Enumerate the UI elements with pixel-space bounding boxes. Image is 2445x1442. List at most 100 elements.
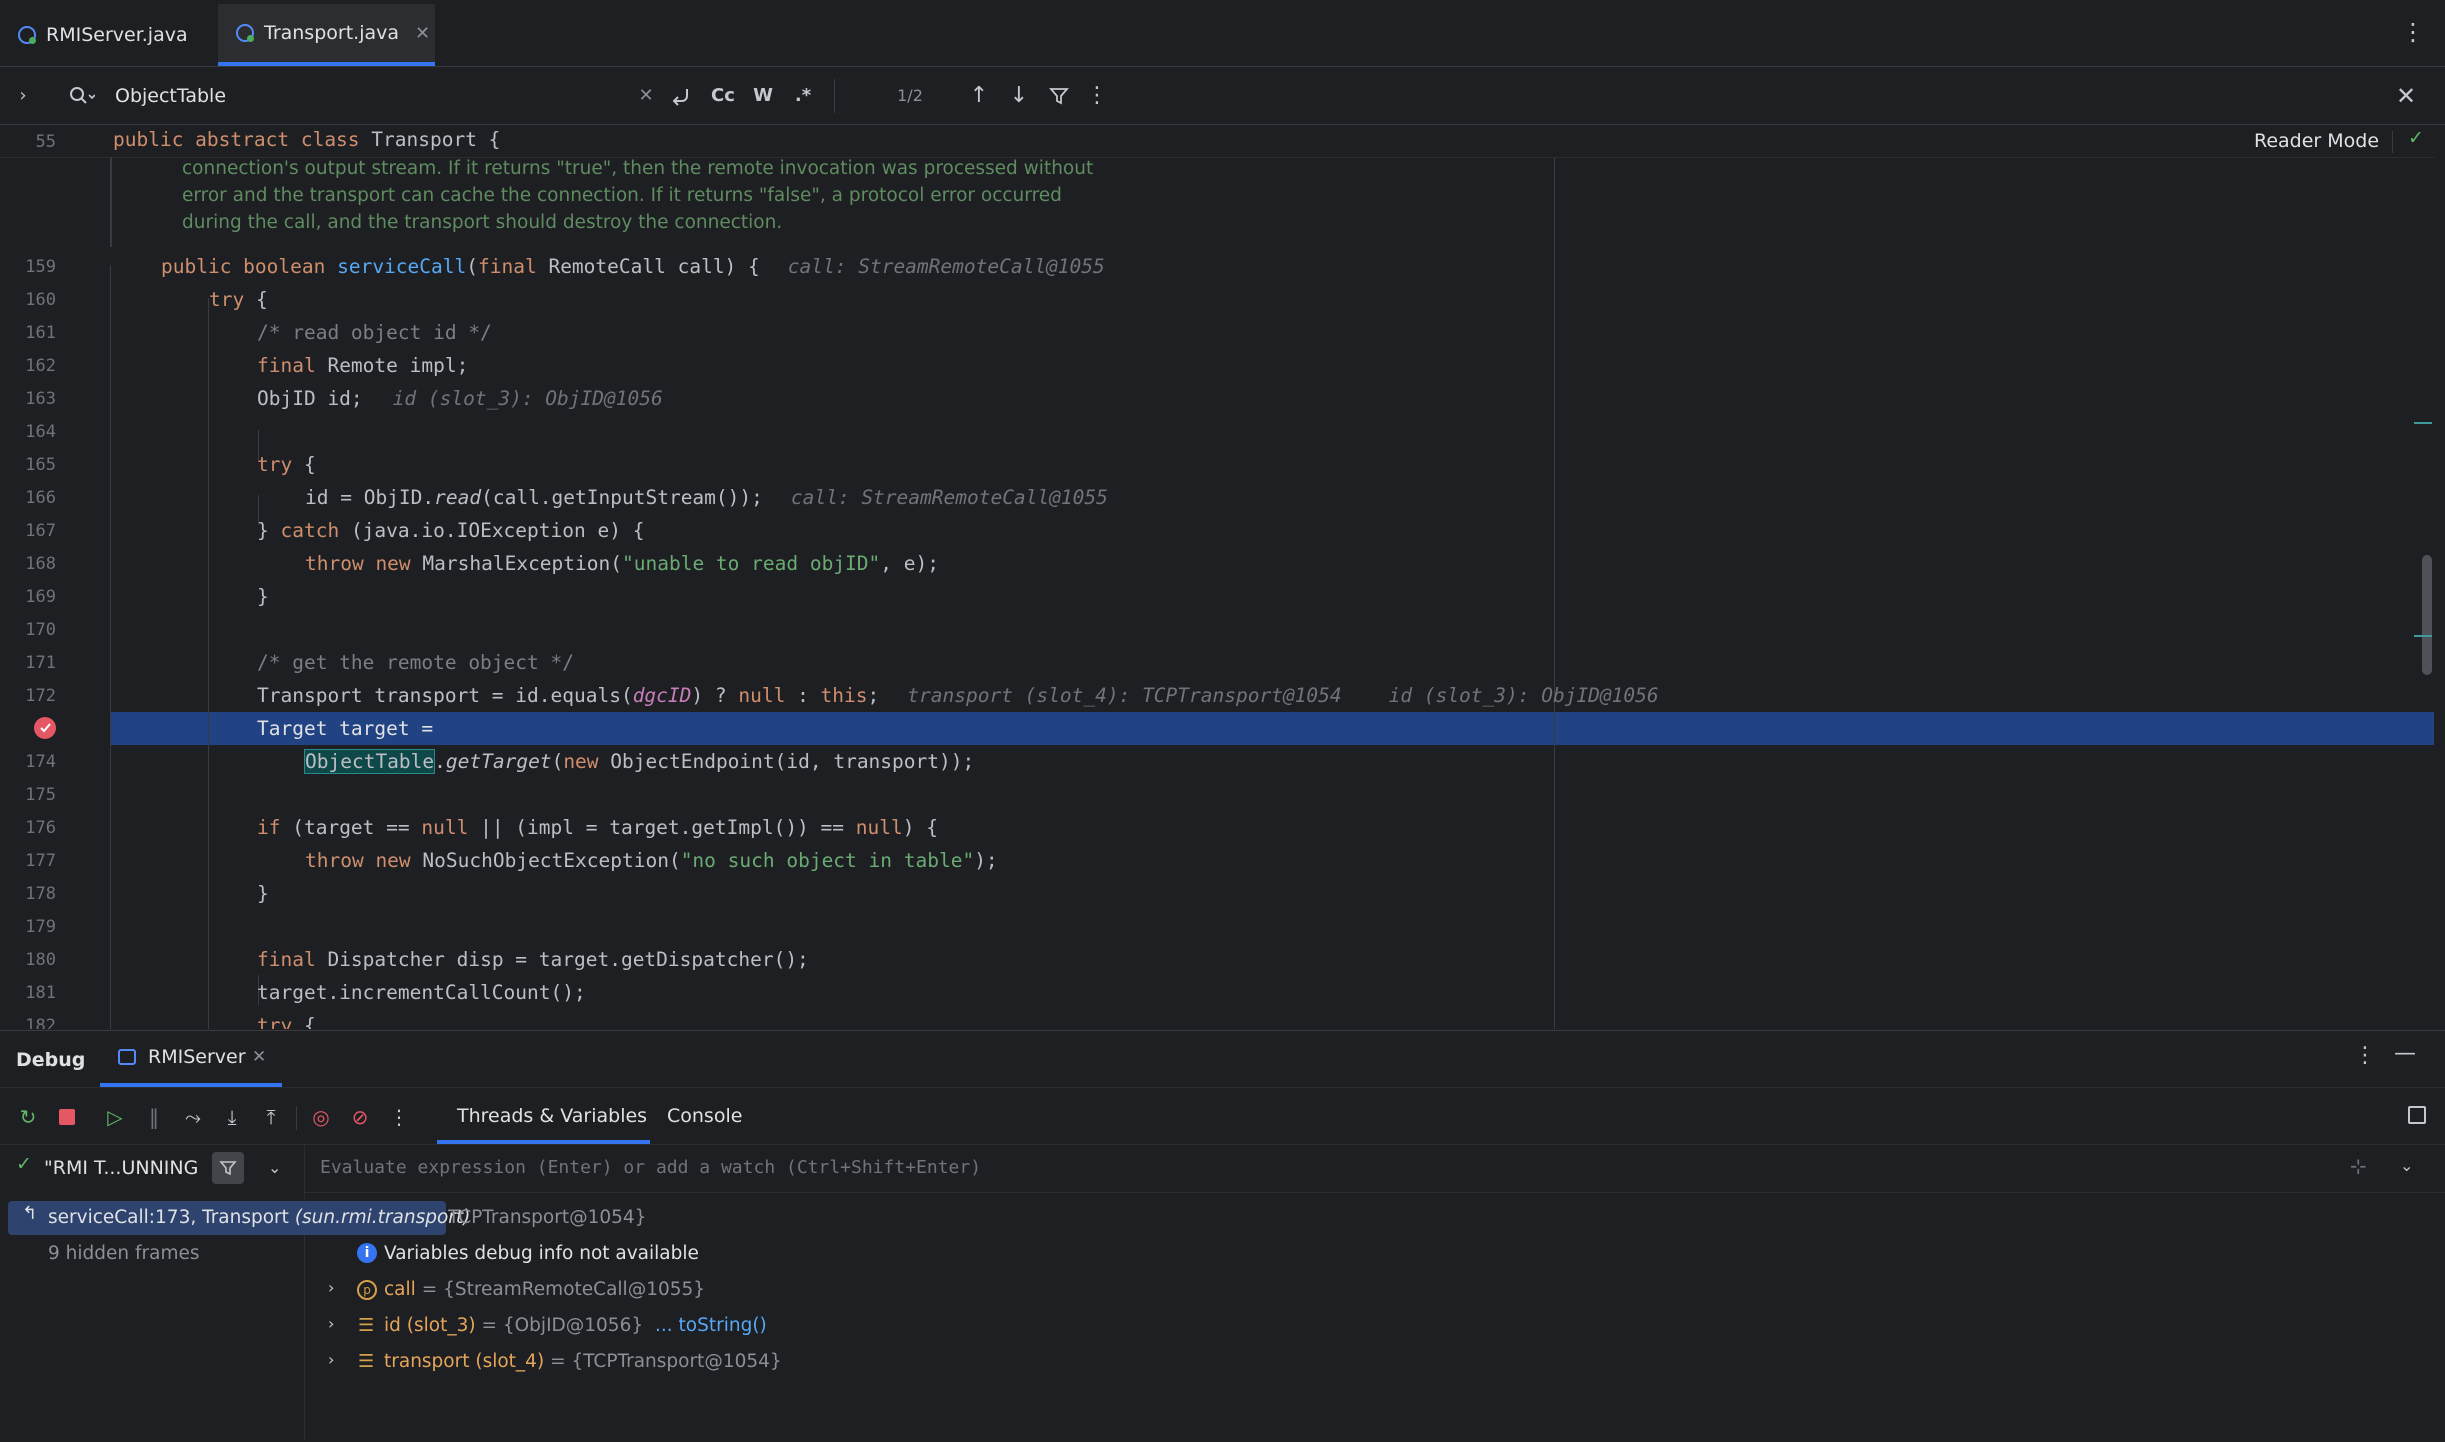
editor-scrollbar-thumb[interactable]	[2422, 555, 2432, 675]
minimize-icon[interactable]: —	[2394, 1041, 2416, 1066]
expand-icon[interactable]: ›	[328, 1278, 334, 1297]
close-tab-icon[interactable]: ✕	[415, 23, 430, 44]
close-find-icon[interactable]: ✕	[2388, 67, 2424, 124]
frame-return-icon: ↰	[22, 1203, 38, 1224]
hidden-frames[interactable]: 9 hidden frames	[48, 1243, 200, 1264]
line-number: 168	[25, 554, 56, 574]
tab-threads-variables[interactable]: Threads & Variables	[437, 1087, 650, 1144]
code-line: }	[257, 882, 269, 905]
close-session-icon[interactable]: ✕	[252, 1047, 266, 1067]
code-editor[interactable]: 55 public abstract class Transport { Rea…	[0, 125, 2434, 1029]
line-number: 55	[35, 132, 56, 152]
more-tabs-icon[interactable]: ⋮	[2401, 18, 2425, 46]
line-number: 172	[25, 686, 56, 706]
line-number: 176	[25, 818, 56, 838]
code-line: id = ObjID.read(call.getInputStream()); c…	[305, 486, 1108, 509]
debug-session-tab[interactable]: RMIServer ✕	[100, 1031, 282, 1087]
chevron-down-icon[interactable]: ⌄	[2400, 1156, 2413, 1175]
filter-icon[interactable]	[212, 1152, 244, 1184]
expand-icon[interactable]: ›	[328, 1314, 334, 1333]
line-number: 174	[25, 752, 56, 772]
expand-replace-icon[interactable]: ›	[8, 67, 38, 124]
divider	[0, 1144, 2445, 1145]
chevron-down-icon[interactable]: ⌄	[268, 1158, 281, 1177]
tab-label: Transport.java	[264, 22, 400, 44]
line-number: 181	[25, 983, 56, 1003]
current-execution-line	[110, 712, 2434, 745]
divider	[834, 79, 835, 113]
line-number: 178	[25, 884, 56, 904]
thread-selector[interactable]: "RMI T...UNNING	[44, 1157, 198, 1179]
divider	[304, 1192, 2445, 1193]
code-line: public boolean serviceCall(final RemoteC…	[161, 255, 1105, 278]
line-number: 179	[25, 917, 56, 937]
line-number: 160	[25, 290, 56, 310]
reader-mode-button[interactable]: Reader Mode	[2254, 130, 2379, 152]
tab-transport[interactable]: Transport.java ✕	[218, 4, 435, 66]
divider	[0, 1087, 2445, 1088]
rendered-doc-comment: connection's output stream. If it return…	[182, 155, 1093, 236]
stop-icon[interactable]	[52, 1102, 82, 1132]
filter-icon[interactable]	[1042, 67, 1076, 124]
previous-match-icon[interactable]: ↑	[964, 67, 994, 124]
mute-breakpoints-icon[interactable]: ⊘	[345, 1102, 375, 1132]
add-watch-icon[interactable]: ⊹	[2350, 1154, 2367, 1178]
code-line-current: Target target =	[257, 717, 434, 740]
whole-word-toggle[interactable]: W	[748, 67, 778, 124]
doc-bar	[110, 157, 112, 247]
scroll-marker	[2414, 422, 2432, 424]
breakpoint-icon[interactable]	[34, 717, 56, 739]
code-line: Transport transport = id.equals(dgcID) ?…	[257, 684, 1659, 707]
step-into-icon[interactable]: ⤓	[217, 1102, 247, 1132]
variable-row[interactable]: transport (slot_4) = {TCPTransport@1054}	[384, 1351, 782, 1372]
step-over-icon[interactable]: ⤳	[178, 1102, 208, 1132]
variable-row[interactable]: call = {StreamRemoteCall@1055}	[384, 1279, 705, 1300]
sticky-code: public abstract class Transport {	[113, 128, 501, 151]
code-line: ObjID id; id (slot_3): ObjID@1056	[257, 387, 663, 410]
regex-toggle[interactable]: .*	[786, 67, 820, 124]
rerun-icon[interactable]: ↻	[13, 1102, 43, 1132]
editor-tab-bar: RMIServer.java Transport.java ✕ ⋮	[0, 0, 2445, 67]
local-variable-icon: ☰	[358, 1315, 375, 1336]
line-number: 180	[25, 950, 56, 970]
expand-icon[interactable]: ›	[328, 1350, 334, 1369]
pause-icon[interactable]: ‖	[139, 1102, 169, 1132]
newline-icon[interactable]	[664, 67, 696, 124]
info-message: Variables debug info not available	[384, 1243, 699, 1264]
clear-search-icon[interactable]: ✕	[632, 67, 660, 124]
more-options-icon[interactable]: ⋮	[1082, 67, 1112, 124]
frame-label: serviceCall:173, Transport (sun.rmi.tran…	[48, 1207, 471, 1228]
inspection-ok-icon[interactable]: ✓	[2408, 127, 2424, 149]
match-case-toggle[interactable]: Cc	[706, 67, 740, 124]
code-line: target.incrementCallCount();	[257, 981, 586, 1004]
sticky-header: 55 public abstract class Transport { Rea…	[0, 125, 2434, 158]
code-line: ObjectTable.getTarget(new ObjectEndpoint…	[303, 749, 975, 774]
line-number: 177	[25, 851, 56, 871]
resume-icon[interactable]: ▷	[100, 1102, 130, 1132]
view-breakpoints-icon[interactable]: ◎	[306, 1102, 336, 1132]
code-line: /* get the remote object */	[257, 651, 574, 674]
search-input[interactable]: ObjectTable	[115, 67, 615, 124]
tab-console[interactable]: Console	[667, 1105, 742, 1127]
search-icon[interactable]	[64, 67, 100, 124]
tab-rmiserver[interactable]: RMIServer.java	[0, 4, 210, 66]
session-label: RMIServer	[148, 1046, 246, 1068]
parameter-icon: p	[357, 1280, 377, 1300]
inline-debug-hint: id (slot_3): ObjID@1056	[392, 387, 663, 410]
search-match-highlight: ObjectTable	[303, 749, 436, 774]
next-match-icon[interactable]: ↓	[1004, 67, 1034, 124]
java-class-icon	[236, 24, 254, 42]
variable-row[interactable]: id (slot_3) = {ObjID@1056} ... toString(…	[384, 1315, 767, 1336]
indent-guide	[110, 265, 111, 1029]
more-options-icon[interactable]: ⋮	[2354, 1043, 2376, 1068]
match-count: 1/2	[897, 86, 923, 105]
code-line: final Dispatcher disp = target.getDispat…	[257, 948, 809, 971]
more-actions-icon[interactable]: ⋮	[384, 1102, 414, 1132]
code-line: throw new MarshalException("unable to re…	[305, 552, 939, 575]
this-value: TCPTransport@1054}	[448, 1207, 647, 1228]
line-number: 169	[25, 587, 56, 607]
code-line: }	[257, 585, 269, 608]
watch-input[interactable]: Evaluate expression (Enter) or add a wat…	[320, 1157, 981, 1178]
layout-icon[interactable]	[2408, 1106, 2426, 1124]
step-out-icon[interactable]: ⤒	[256, 1102, 286, 1132]
